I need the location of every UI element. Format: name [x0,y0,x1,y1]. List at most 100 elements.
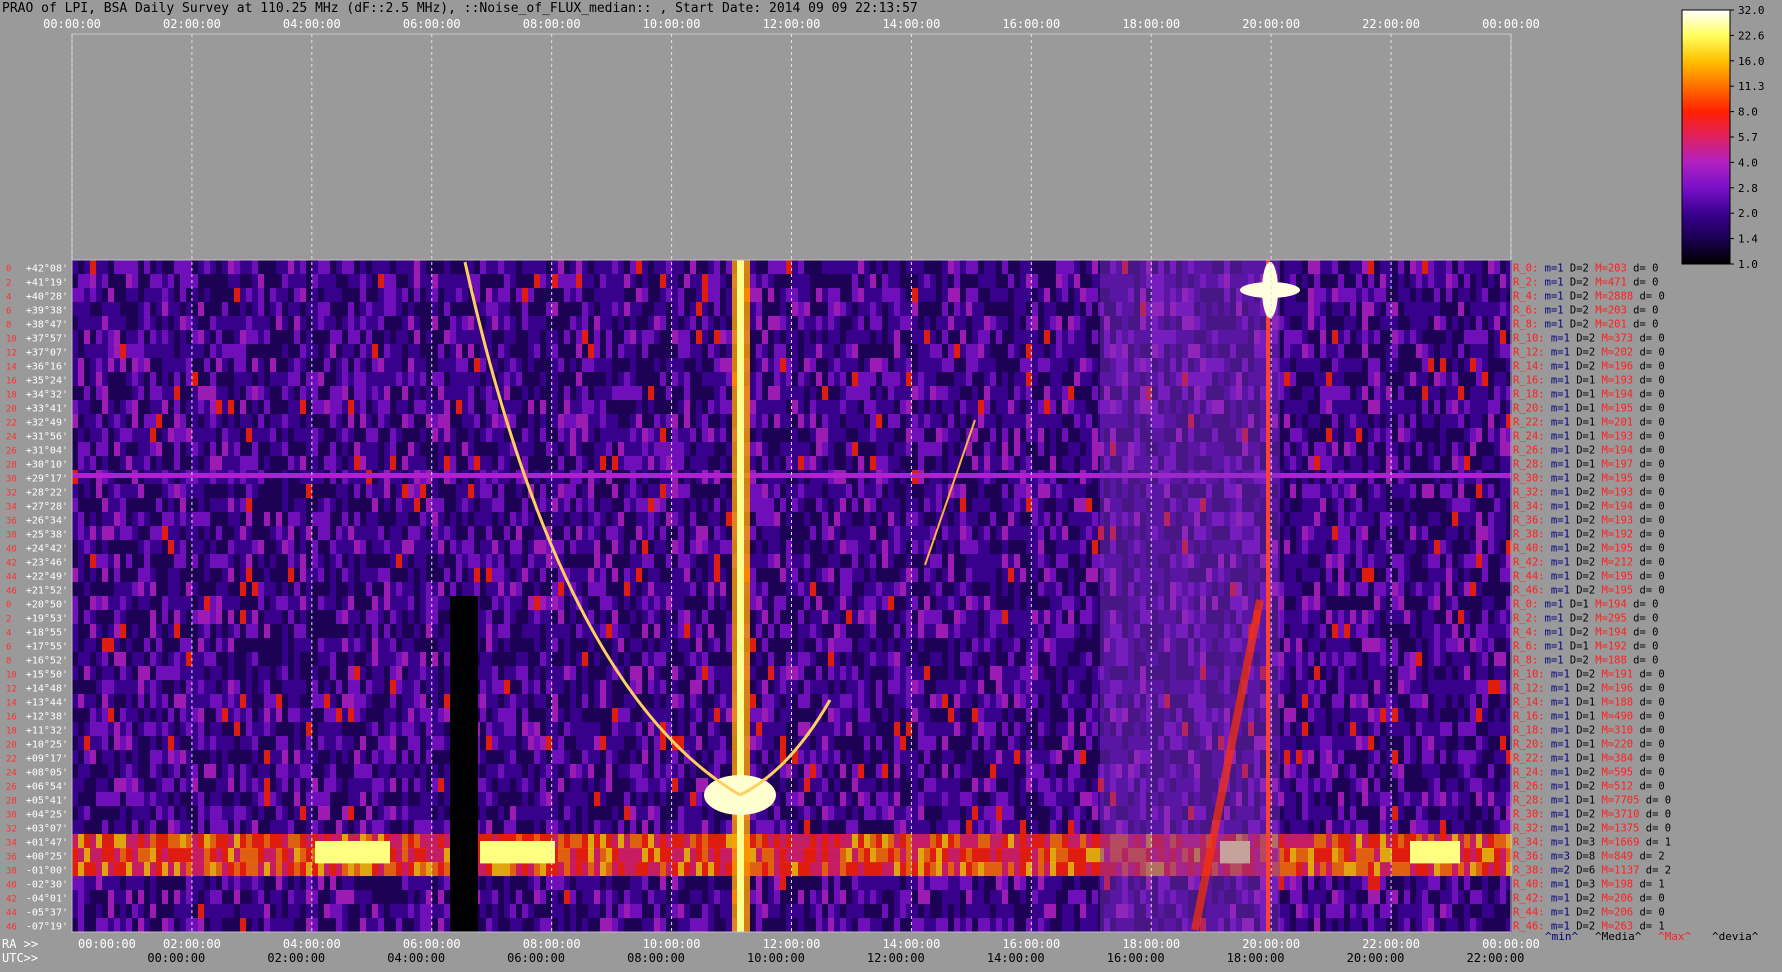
stats-cell: R_10: [1513,668,1545,680]
stats-cell: D=1 [1570,402,1595,414]
stats-cell: R_28: [1513,794,1545,806]
stats-cell: d= 0 [1627,276,1659,288]
stats-cell: R_30: [1513,472,1545,484]
row-number: 30 [6,474,17,484]
stats-row: R_22: m=1 D=1 M=201 d= 0 [1513,416,1665,428]
stats-cell: D=2 [1570,808,1595,820]
stats-cell: m=1 [1538,318,1563,330]
stats-cell: m=1 [1545,360,1570,372]
declination-label: +37°07' [26,347,68,358]
stats-cell: D=1 [1570,752,1595,764]
stats-cell: m=1 [1545,752,1570,764]
stats-cell: R_18: [1513,724,1545,736]
stats-cell: R_8: [1513,318,1538,330]
stats-cell: D=2 [1570,556,1595,568]
stats-cell: M=195 [1595,584,1633,596]
declination-label: +24°42' [26,543,68,554]
stats-cell: R_0: [1513,598,1538,610]
stats-cell: R_40: [1513,878,1545,890]
row-number: 42 [6,894,17,904]
row-number: 30 [6,810,17,820]
stats-cell: R_4: [1513,626,1538,638]
stats-cell: m=1 [1545,906,1570,918]
stats-cell: M=206 [1595,906,1633,918]
declination-label: +25°38' [26,529,68,540]
stats-cell: m=1 [1545,696,1570,708]
stats-row: R_32: m=1 D=2 M=1375 d= 0 [1513,822,1671,834]
declination-label: +28°22' [26,487,68,498]
stats-cell: R_10: [1513,332,1545,344]
stats-cell: d= 0 [1633,486,1665,498]
stats-legend-label: ^Max^ [1658,930,1691,943]
stats-cell: d= 0 [1627,626,1659,638]
row-number: 40 [6,544,17,554]
stats-cell: M=192 [1589,640,1627,652]
row-number: 8 [6,656,11,666]
stats-cell: D=2 [1564,612,1589,624]
stats-row: R_10: m=1 D=2 M=191 d= 0 [1513,668,1665,680]
stats-row: R_12: m=1 D=2 M=196 d= 0 [1513,682,1665,694]
colorbar-tick-label: 1.4 [1738,233,1758,246]
colorbar-tick-label: 4.0 [1738,156,1758,169]
stats-cell: m=2 [1545,864,1570,876]
declination-label: -01°00' [26,865,68,876]
declination-label: +27°28' [26,501,68,512]
stats-cell: M=512 [1595,780,1633,792]
stats-row: R_42: m=1 D=2 M=206 d= 0 [1513,892,1665,904]
stats-row: R_34: m=1 D=2 M=194 d= 0 [1513,500,1665,512]
row-number: 10 [6,334,17,344]
row-number: 24 [6,768,17,778]
stats-cell: M=212 [1595,556,1633,568]
stats-cell: D=2 [1570,472,1595,484]
stats-cell: d= 1 [1633,878,1665,890]
stats-cell: d= 0 [1633,780,1665,792]
stats-cell: m=1 [1545,500,1570,512]
stats-cell: m=1 [1545,724,1570,736]
stats-cell: M=203 [1589,304,1627,316]
stats-row: R_44: m=1 D=2 M=206 d= 0 [1513,906,1665,918]
stats-cell: D=2 [1570,724,1595,736]
survey-figure: 00:00:0002:00:0004:00:0006:00:0008:00:00… [0,0,1782,968]
stats-cell: R_40: [1513,542,1545,554]
declination-label: +38°47' [26,319,68,330]
stats-cell: d= 0 [1633,360,1665,372]
stats-cell: d= 0 [1633,402,1665,414]
row-number: 20 [6,740,17,750]
stats-cell: R_22: [1513,752,1545,764]
utc-tick-label: 08:00:00 [627,951,685,965]
chart-title: PRAO of LPI, BSA Daily Survey at 110.25 … [2,1,918,16]
declination-label: +31°04' [26,445,68,456]
stats-cell: d= 0 [1639,794,1671,806]
stats-cell: m=1 [1545,682,1570,694]
ra-tick-label: 04:00:00 [283,937,341,951]
stats-cell: D=2 [1570,766,1595,778]
declination-label: +05°41' [26,795,68,806]
colorbar-tick-label: 22.6 [1738,29,1765,42]
stats-cell: D=2 [1564,290,1589,302]
stats-cell: D=1 [1564,598,1589,610]
declination-label: +32°49' [26,417,68,428]
stats-cell: d= 0 [1633,458,1665,470]
colorbar-tick-label: 2.0 [1738,207,1758,220]
stats-cell: d= 0 [1627,612,1659,624]
stats-cell: d= 0 [1633,556,1665,568]
row-number: 46 [6,586,17,596]
stats-cell: m=1 [1538,626,1563,638]
stats-cell: D=2 [1570,822,1595,834]
stats-row: R_8: m=1 D=2 M=201 d= 0 [1513,318,1658,330]
stats-cell: R_20: [1513,402,1545,414]
declination-label: +34°32' [26,389,68,400]
stats-cell: M=194 [1595,500,1633,512]
stats-row: R_28: m=1 D=1 M=7705 d= 0 [1513,794,1671,806]
row-number: 34 [6,502,17,512]
emission-column [1266,260,1270,932]
declination-label: +16°52' [26,655,68,666]
data-gap [450,596,478,932]
stats-cell: d= 0 [1633,388,1665,400]
stats-cell: R_30: [1513,808,1545,820]
stats-cell: m=1 [1545,892,1570,904]
ra-tick-label: 12:00:00 [763,937,821,951]
stats-cell: M=198 [1595,878,1633,890]
stats-cell: d= 0 [1633,892,1665,904]
stats-cell: M=194 [1589,598,1627,610]
